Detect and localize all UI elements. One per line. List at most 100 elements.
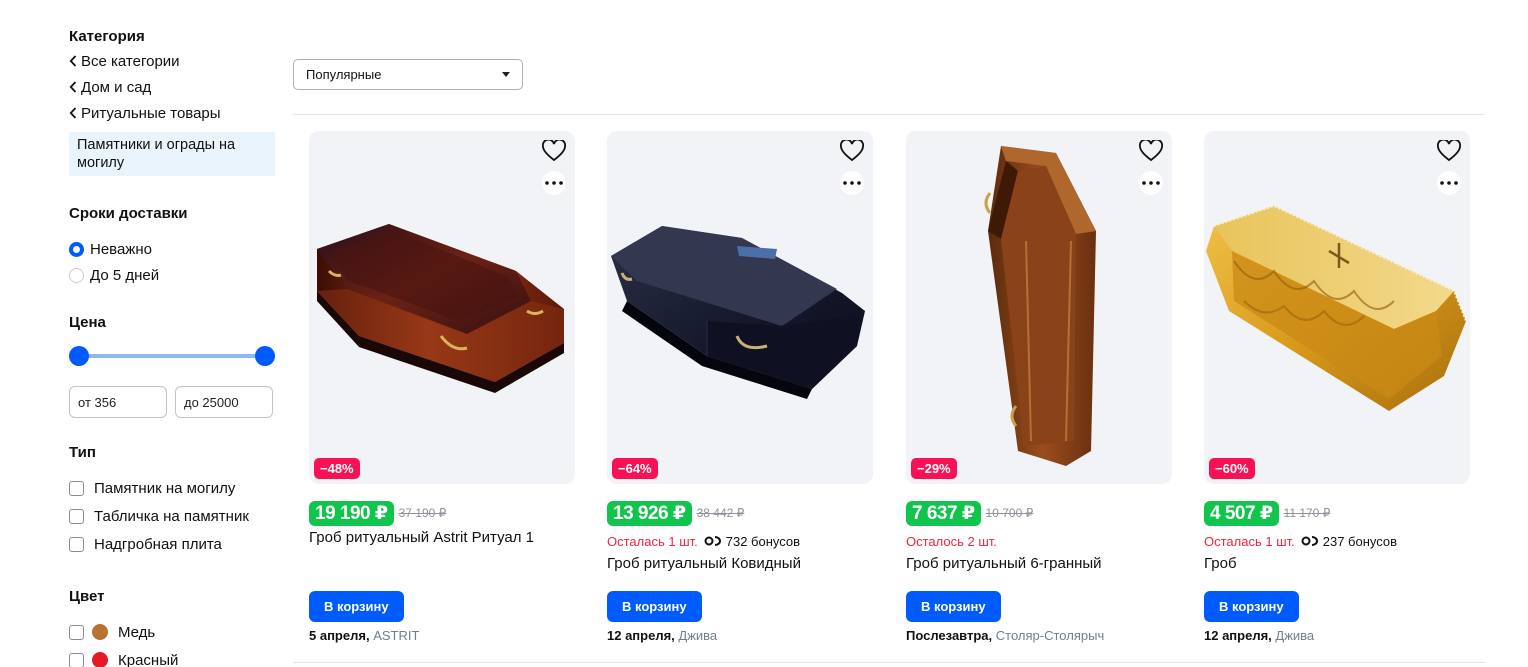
filters-sidebar: Категория Все категории Дом и сад Ритуал… [69, 28, 275, 667]
sort-selected-label: Популярные [306, 67, 382, 82]
old-price: 11 170 ₽ [1283, 506, 1331, 520]
bonus-icon [704, 536, 721, 546]
delivery-date: 5 апреля, [309, 628, 370, 643]
add-to-cart-button[interactable]: В корзину [309, 591, 404, 622]
type-option-label: Памятник на могилу [94, 479, 236, 497]
price-to-input[interactable] [175, 386, 273, 418]
discount-badge: −29% [911, 458, 957, 479]
sort-dropdown[interactable]: Популярные [293, 59, 523, 90]
more-options-icon[interactable] [840, 171, 864, 195]
bonus-icon [1301, 536, 1318, 546]
product-card[interactable]: −64% 13 926 ₽ 38 442 ₽ Осталась 1 шт. 73… [607, 131, 873, 643]
category-active[interactable]: Памятники и ограды на могилу [69, 132, 275, 176]
category-link-label: Дом и сад [81, 78, 152, 96]
delivery-info: 12 апреля, Джива [1204, 628, 1314, 643]
product-image-box[interactable]: −48% [309, 131, 575, 484]
product-title[interactable]: Гроб ритуальный Ковидный [607, 555, 873, 575]
slider-max-handle[interactable] [255, 346, 275, 366]
product-image-box[interactable]: −29% [906, 131, 1172, 484]
delivery-title: Сроки доставки [69, 205, 188, 222]
type-option-label: Табличка на памятник [94, 507, 249, 525]
category-link-ritual[interactable]: Ритуальные товары [69, 100, 275, 126]
color-swatch [92, 624, 108, 640]
category-link-label: Все категории [81, 52, 180, 70]
checkbox[interactable] [69, 480, 84, 496]
bonus-amount: 237 бонусов [1322, 533, 1398, 549]
type-option[interactable]: Памятник на могилу [69, 474, 275, 502]
stock-left: Осталась 1 шт. [607, 533, 698, 549]
category-title: Категория [69, 28, 145, 45]
price: 7 637 ₽ [906, 500, 981, 526]
color-option-red[interactable]: Красный [69, 646, 275, 667]
radio-unselected[interactable] [69, 267, 84, 283]
type-option[interactable]: Надгробная плита [69, 530, 275, 558]
product-image-box[interactable]: −64% [607, 131, 873, 484]
seller-name[interactable]: ASTRIT [373, 628, 419, 643]
price: 4 507 ₽ [1204, 500, 1279, 526]
discount-badge: −48% [314, 458, 360, 479]
price-from-input[interactable] [69, 386, 167, 418]
heart-icon[interactable] [1139, 140, 1163, 162]
delivery-info: Послезавтра, Столяр-Столярыч [906, 628, 1104, 643]
product-image [611, 226, 865, 399]
category-link-all[interactable]: Все категории [69, 48, 275, 74]
seller-name[interactable]: Джива [1275, 628, 1314, 643]
checkbox[interactable] [69, 652, 84, 667]
seller-name[interactable]: Столяр-Столярыч [996, 628, 1104, 643]
color-option-copper[interactable]: Медь [69, 618, 275, 646]
checkbox[interactable] [69, 508, 84, 524]
divider [293, 662, 1485, 663]
delivery-option-any[interactable]: Неважно [69, 236, 275, 262]
seller-name[interactable]: Джива [678, 628, 717, 643]
discount-badge: −64% [612, 458, 658, 479]
product-card[interactable]: −29% 7 637 ₽ 10 700 ₽ Осталось 2 шт. Гро… [906, 131, 1172, 643]
delivery-date: Послезавтра, [906, 628, 993, 643]
product-card[interactable]: −60% 4 507 ₽ 11 170 ₽ Осталась 1 шт. 237… [1204, 131, 1470, 643]
product-card[interactable]: −48% 19 190 ₽ 37 190 ₽ Гроб ритуальный A… [309, 131, 575, 643]
caret-down-icon [502, 72, 510, 77]
bonus-amount: 732 бонусов [725, 533, 801, 549]
old-price: 10 700 ₽ [985, 506, 1034, 520]
delivery-option-label: До 5 дней [90, 266, 160, 284]
stock-left: Осталась 1 шт. [1204, 533, 1295, 549]
type-option[interactable]: Табличка на памятник [69, 502, 275, 530]
delivery-info: 12 апреля, Джива [607, 628, 717, 643]
bonus-info: 237 бонусов [1301, 534, 1397, 549]
add-to-cart-button[interactable]: В корзину [1204, 591, 1299, 622]
category-link-label: Ритуальные товары [81, 104, 221, 122]
checkbox[interactable] [69, 624, 84, 640]
add-to-cart-button[interactable]: В корзину [906, 591, 1001, 622]
type-section: Тип Памятник на могилу Табличка на памят… [69, 444, 275, 558]
category-link-home-garden[interactable]: Дом и сад [69, 74, 275, 100]
old-price: 37 190 ₽ [398, 506, 447, 520]
divider [293, 114, 1485, 115]
chevron-left-icon [69, 81, 77, 93]
checkbox[interactable] [69, 536, 84, 552]
price-section: Цена [69, 314, 275, 418]
product-title[interactable]: Гроб ритуальный Astrit Ритуал 1 [309, 529, 575, 549]
delivery-info: 5 апреля, ASTRIT [309, 628, 419, 643]
product-image [317, 224, 564, 393]
price-range-slider[interactable] [69, 345, 275, 367]
heart-icon[interactable] [840, 140, 864, 162]
old-price: 38 442 ₽ [696, 506, 745, 520]
more-options-icon[interactable] [542, 171, 566, 195]
radio-selected[interactable] [69, 241, 84, 257]
price-title: Цена [69, 314, 106, 331]
chevron-left-icon [69, 55, 77, 67]
product-title[interactable]: Гроб ритуальный 6-гранный [906, 555, 1172, 575]
more-options-icon[interactable] [1437, 171, 1461, 195]
color-title: Цвет [69, 588, 105, 605]
color-option-label: Медь [118, 623, 156, 641]
delivery-option-label: Неважно [90, 240, 152, 258]
add-to-cart-button[interactable]: В корзину [607, 591, 702, 622]
slider-min-handle[interactable] [69, 346, 89, 366]
more-options-icon[interactable] [1139, 171, 1163, 195]
color-swatch [92, 652, 108, 667]
delivery-option-5days[interactable]: До 5 дней [69, 262, 275, 288]
product-image-box[interactable]: −60% [1204, 131, 1470, 484]
heart-icon[interactable] [1437, 140, 1461, 162]
chevron-left-icon [69, 107, 77, 119]
heart-icon[interactable] [542, 140, 566, 162]
product-title[interactable]: Гроб [1204, 555, 1470, 575]
